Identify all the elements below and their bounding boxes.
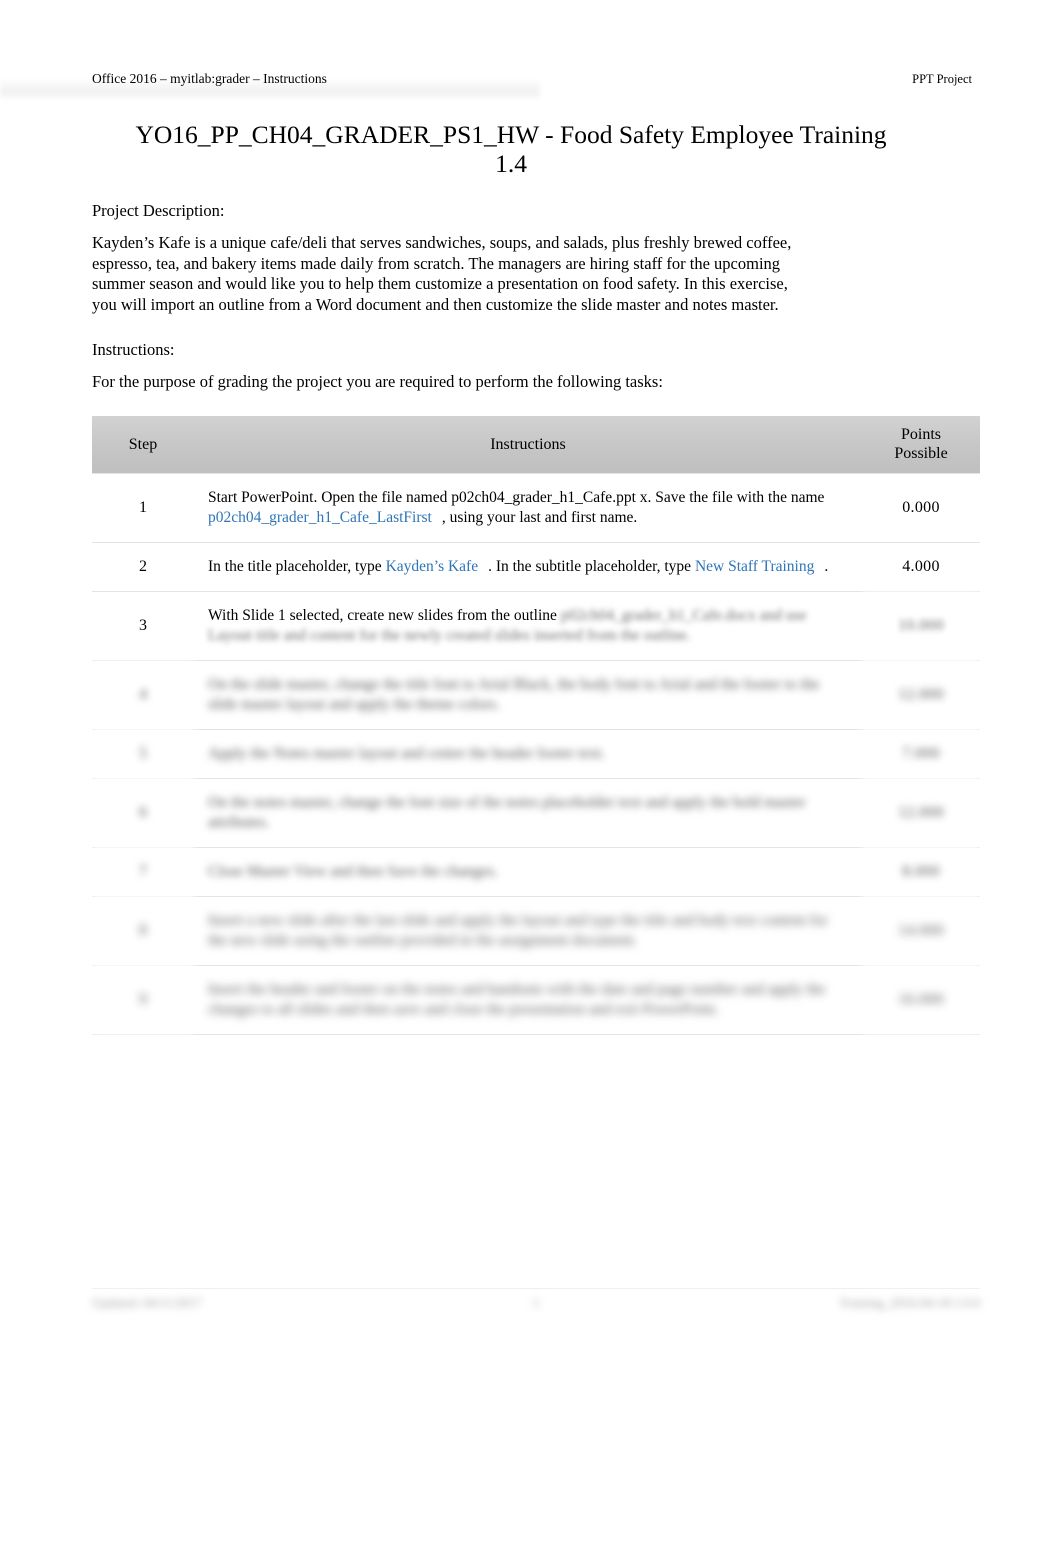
document-body: Project Description: Kayden’s Kafe is a … xyxy=(92,200,792,417)
instruction-text: In the title placeholder, type xyxy=(208,558,382,575)
instruction-text-redacted: Apply the Notes master layout and center… xyxy=(208,745,606,762)
points-possible: 8.000 xyxy=(862,847,980,897)
column-header-instructions: Instructions xyxy=(194,416,862,474)
points-header-line2: Possible xyxy=(894,445,948,462)
step-number: 6 xyxy=(92,778,194,848)
step-number: 3 xyxy=(92,591,194,661)
instruction-text-redacted: On the notes master, change the font siz… xyxy=(208,794,761,811)
project-description-body: Kayden’s Kafe is a unique cafe/deli that… xyxy=(92,233,792,314)
step-number: 2 xyxy=(92,542,194,592)
points-possible: 12.000 xyxy=(862,660,980,730)
step-instruction: On the slide master, change the title fo… xyxy=(194,660,862,730)
table-header: Step Instructions Points Possible xyxy=(92,416,980,474)
instruction-text-tail: , using your last and first name. xyxy=(441,509,638,526)
column-header-step: Step xyxy=(92,416,194,474)
table-row: 7 Close Master View and then Save the ch… xyxy=(92,847,980,897)
points-possible: 12.000 xyxy=(862,778,980,848)
instruction-text-redacted: Close Master View and then Save the chan… xyxy=(208,863,498,880)
points-possible: 14.000 xyxy=(862,896,980,966)
grader-steps-table: Step Instructions Points Possible 1 Star… xyxy=(92,416,980,1035)
step-instruction: Close Master View and then Save the chan… xyxy=(194,847,862,897)
instruction-text-redacted: Insert a new slide after the last slide … xyxy=(208,912,757,929)
instruction-text: With Slide 1 selected, create new slides… xyxy=(208,607,557,624)
points-possible: 16.000 xyxy=(862,965,980,1035)
step-instruction: Start PowerPoint. Open the file named p0… xyxy=(194,473,862,543)
step-instruction: Insert a new slide after the last slide … xyxy=(194,896,862,966)
table-row: 1 Start PowerPoint. Open the file named … xyxy=(92,473,980,543)
instruction-text-redacted-2: and content for the newly created slides… xyxy=(283,627,691,644)
running-header: Office 2016 – myitlab:grader – Instructi… xyxy=(92,70,972,88)
table-body: 1 Start PowerPoint. Open the file named … xyxy=(92,473,980,1035)
points-possible: 0.000 xyxy=(862,473,980,543)
points-possible: 7.000 xyxy=(862,729,980,779)
instruction-text-redacted: On the slide master, change the title fo… xyxy=(208,676,797,693)
page-footer: Updated: 04/11/2017 1 Training_2016-04-1… xyxy=(92,1288,980,1312)
points-possible: 4.000 xyxy=(862,542,980,592)
header-left-text: Office 2016 – myitlab:grader – Instructi… xyxy=(92,71,327,86)
table-header-row: Step Instructions Points Possible xyxy=(92,416,980,474)
table-row: 5 Apply the Notes master layout and cent… xyxy=(92,729,980,779)
step-number: 1 xyxy=(92,473,194,543)
step-instruction: With Slide 1 selected, create new slides… xyxy=(194,591,862,661)
step-instruction: Apply the Notes master layout and center… xyxy=(194,729,862,779)
table-row: 4 On the slide master, change the title … xyxy=(92,660,980,730)
instructions-intro: For the purpose of grading the project y… xyxy=(92,372,663,391)
step-number: 7 xyxy=(92,847,194,897)
table-row: 3 With Slide 1 selected, create new slid… xyxy=(92,591,980,661)
instruction-text: Start PowerPoint. Open the file named p0… xyxy=(208,489,825,506)
instruction-text-tail: . xyxy=(824,558,829,575)
step-number: 4 xyxy=(92,660,194,730)
instruction-link: p02ch04_grader_h1_Cafe_LastFirst xyxy=(208,509,432,526)
page-title: YO16_PP_CH04_GRADER_PS1_HW - Food Safety… xyxy=(135,120,887,178)
step-instruction: On the notes master, change the font siz… xyxy=(194,778,862,848)
step-instruction: In the title placeholder, type Kayden’s … xyxy=(194,542,862,592)
project-description-label: Project Description: xyxy=(92,201,225,220)
table-row: 8 Insert a new slide after the last slid… xyxy=(92,896,980,966)
column-header-points: Points Possible xyxy=(862,416,980,474)
header-right-text: PPT Project xyxy=(912,72,972,86)
instruction-text-mid: . In the subtitle placeholder, type xyxy=(488,558,692,575)
table-row: 2 In the title placeholder, type Kayden’… xyxy=(92,542,980,592)
instruction-link-secondary: New Staff Training xyxy=(694,558,815,575)
instruction-text-redacted: Insert the header and footer on the note… xyxy=(208,981,765,998)
points-header-line1: Points xyxy=(900,426,941,443)
step-number: 9 xyxy=(92,965,194,1035)
step-number: 5 xyxy=(92,729,194,779)
points-possible: 10.000 xyxy=(862,591,980,661)
step-instruction: Insert the header and footer on the note… xyxy=(194,965,862,1035)
table-row: 6 On the notes master, change the font s… xyxy=(92,778,980,848)
footer-right-text: Training_2016-04-18 1.0.0 xyxy=(839,1295,980,1310)
step-number: 8 xyxy=(92,896,194,966)
instructions-label: Instructions: xyxy=(92,340,175,359)
instruction-link: Kayden’s Kafe xyxy=(385,558,479,575)
table-row: 9 Insert the header and footer on the no… xyxy=(92,965,980,1035)
